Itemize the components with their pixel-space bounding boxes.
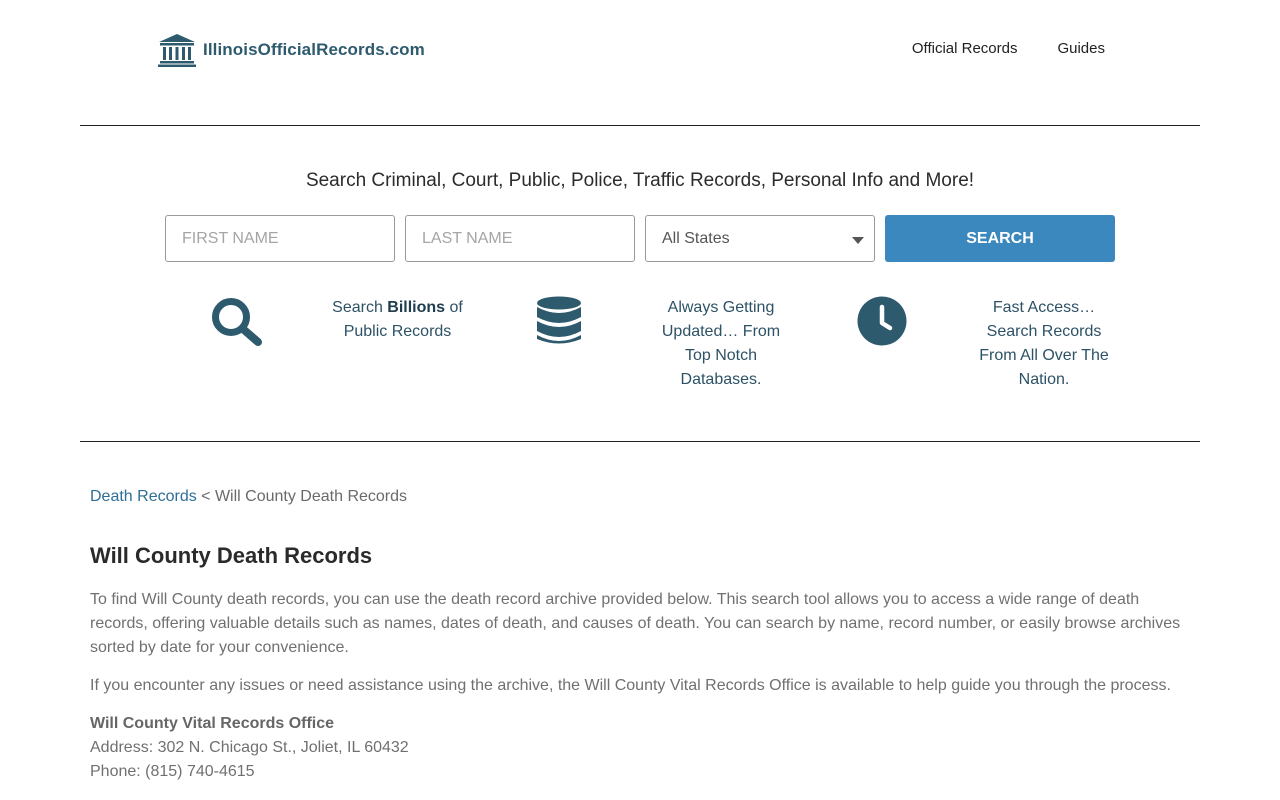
breadcrumb-separator: < <box>196 488 215 505</box>
site-header: IllinoisOfficialRecords.com Official Rec… <box>0 0 1280 100</box>
office-address: Address: 302 N. Chicago St., Joliet, IL … <box>90 739 409 756</box>
clock-icon <box>857 296 907 346</box>
office-phone: Phone: (815) 740-4615 <box>90 763 255 780</box>
office-info: Will County Vital Records Office Address… <box>90 712 409 784</box>
caret-down-icon <box>852 237 864 244</box>
page-title: Will County Death Records <box>90 543 373 568</box>
search-button[interactable]: SEARCH <box>885 215 1115 262</box>
nav-official-records[interactable]: Official Records <box>912 40 1018 57</box>
office-name: Will County Vital Records Office <box>90 715 335 732</box>
courthouse-icon <box>158 34 196 67</box>
divider-top <box>80 125 1200 126</box>
main-nav: Official Records Guides <box>912 40 1105 57</box>
breadcrumb: Death Records < Will County Death Record… <box>90 488 407 506</box>
first-name-field <box>165 215 395 262</box>
feature-updated-text: Always Getting Updated… From Top Notch D… <box>661 299 781 388</box>
state-select[interactable]: All States <box>645 215 875 262</box>
search-heading: Search Criminal, Court, Public, Police, … <box>305 170 975 191</box>
logo-text: IllinoisOfficialRecords.com <box>203 40 425 59</box>
state-select-value: All States <box>662 229 730 247</box>
breadcrumb-death-records-link[interactable]: Death Records <box>90 488 197 505</box>
breadcrumb-current: Will County Death Records <box>214 488 408 505</box>
nav-guides[interactable]: Guides <box>1057 40 1105 57</box>
site-logo[interactable]: IllinoisOfficialRecords.com <box>157 33 425 67</box>
assistance-paragraph: If you encounter any issues or need assi… <box>90 677 1171 694</box>
divider-bottom <box>80 441 1200 442</box>
database-icon <box>537 296 581 344</box>
feature-billions-bold: Billions <box>387 299 446 316</box>
search-form: All States SEARCH <box>165 215 1115 262</box>
search-icon <box>212 298 262 346</box>
last-name-input[interactable] <box>406 216 634 261</box>
intro-paragraph: To find Will County death records, you c… <box>90 591 1181 656</box>
first-name-input[interactable] <box>166 216 394 261</box>
feature-fast-access-text: Fast Access… Search Records From All Ove… <box>979 299 1109 388</box>
last-name-field <box>405 215 635 262</box>
feature-billions-text: Search Billions of Public Records <box>332 299 463 340</box>
